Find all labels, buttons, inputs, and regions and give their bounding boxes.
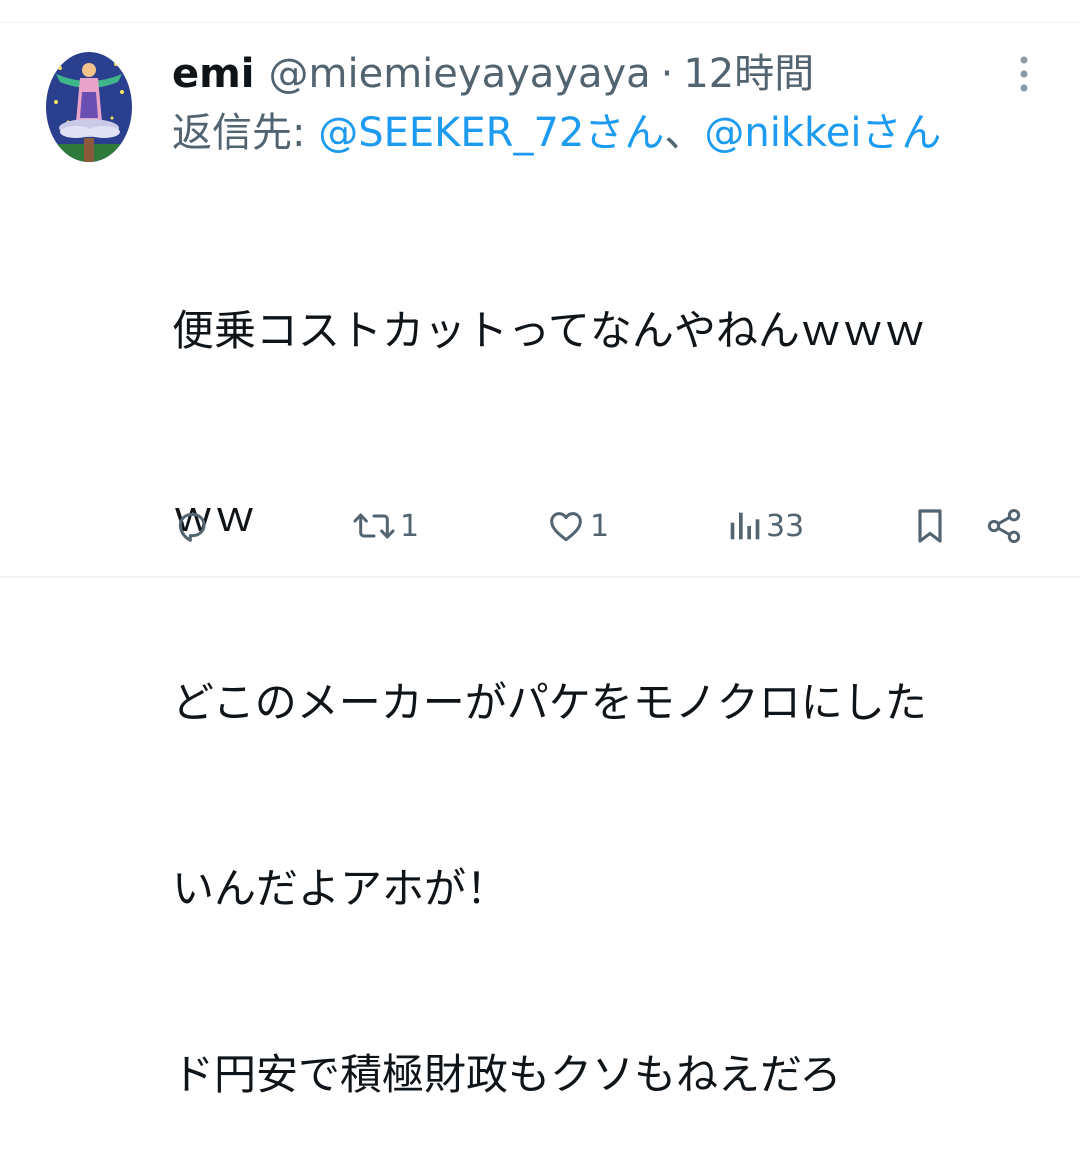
reply-button[interactable] [172, 500, 212, 552]
retweet-button[interactable]: 1 [352, 500, 419, 552]
tweet-line: ド円安で積極財政もクソもねえだろ [172, 1050, 842, 1099]
like-icon [550, 512, 582, 542]
retweet-count: 1 [400, 508, 420, 544]
views-icon [730, 512, 760, 540]
like-count: 1 [590, 508, 610, 544]
share-icon [987, 509, 1021, 543]
timestamp[interactable]: 12時間 [683, 48, 814, 100]
mention-nikkei[interactable]: @nikkeiさん [704, 110, 941, 156]
tweet-line: どこのメーカーがパケをモノクロにした [172, 678, 927, 727]
avatar[interactable] [46, 52, 132, 162]
display-name[interactable]: emi [172, 48, 255, 100]
mention-seeker[interactable]: @SEEKER_72さん [318, 110, 664, 156]
reply-separator: 、 [664, 110, 705, 156]
tweet-header: emi @miemieyayayaya · 12時間 [172, 48, 814, 100]
top-divider [0, 22, 1080, 23]
retweet-icon [353, 513, 395, 539]
like-button[interactable]: 1 [546, 500, 609, 552]
tweet-line: いんだよアホが！ [172, 864, 509, 913]
more-vertical-icon [1020, 56, 1028, 92]
reply-context: 返信先: @SEEKER_72さん、@nikkeiさん [172, 106, 941, 160]
reply-prefix: 返信先: [172, 110, 306, 156]
views-button[interactable]: 33 [726, 500, 804, 552]
views-count: 33 [766, 508, 805, 544]
reply-icon [178, 512, 206, 542]
bookmark-icon [918, 509, 942, 543]
avatar-illustration [46, 52, 132, 162]
tweet-line: 便乗コストカットってなんやねんｗｗｗ [172, 306, 926, 355]
bookmark-button[interactable] [912, 500, 948, 552]
tweet-text: 便乗コストカットってなんやねんｗｗｗ ｗｗ どこのメーカーがパケをモノクロにした… [172, 176, 1022, 1168]
user-handle[interactable]: @miemieyayayaya [269, 48, 651, 100]
bottom-divider [0, 576, 1080, 578]
more-button[interactable] [1008, 52, 1040, 96]
separator-dot: · [660, 51, 674, 97]
share-button[interactable] [984, 500, 1024, 552]
